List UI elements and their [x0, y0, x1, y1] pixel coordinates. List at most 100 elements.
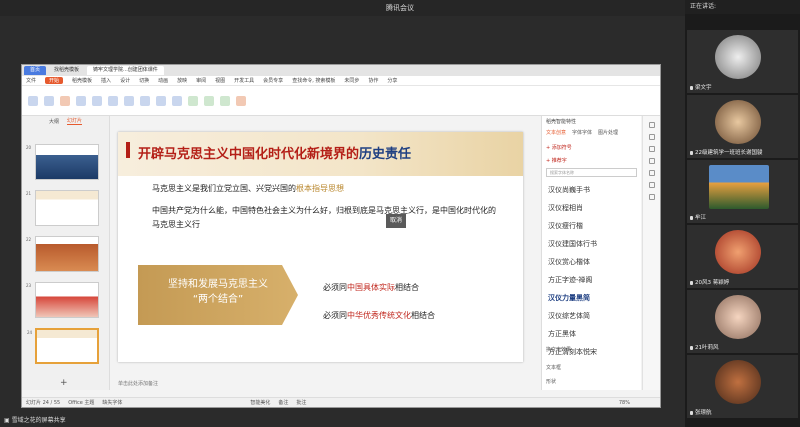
slide-header: 开辟马克思主义中国化时代化新境界的历史责任	[118, 132, 523, 176]
menu-devtools[interactable]: 开发工具	[234, 77, 254, 84]
paste-icon[interactable]	[28, 95, 38, 106]
participant-tile[interactable]: 张璟航	[687, 355, 798, 418]
slide-canvas[interactable]: 开辟马克思主义中国化时代化新境界的历史责任 马克思主义是我们立党立国、兴党兴国的…	[118, 132, 523, 362]
body-line-2: 中国共产党为什么能，中国特色社会主义为什么好，归根到底是马克思主义行，是中国化时…	[152, 206, 496, 229]
font-option[interactable]: 汉仪建国体行书	[542, 235, 641, 253]
picture-icon[interactable]	[220, 95, 230, 106]
menu-sync[interactable]: 未同步	[344, 77, 359, 84]
template-icon[interactable]	[648, 170, 655, 176]
tab-home[interactable]: 首页	[24, 66, 47, 75]
animation-icon[interactable]	[648, 134, 655, 140]
tab-text-effect[interactable]: 文本创意	[546, 129, 566, 136]
image-icon[interactable]	[648, 182, 655, 188]
participant-tile[interactable]: 牟江	[687, 160, 798, 223]
align-left-icon[interactable]	[156, 95, 166, 106]
notes-toggle[interactable]: 备注	[278, 399, 288, 406]
cut-icon[interactable]	[44, 95, 54, 106]
menu-template[interactable]: 稻壳模板	[72, 77, 92, 84]
menu-transition[interactable]: 切换	[139, 77, 149, 84]
menu-share[interactable]: 分享	[387, 77, 397, 84]
title-accent-bar	[126, 142, 130, 158]
settings-icon[interactable]	[648, 194, 655, 200]
font-search-input[interactable]: 搜索字体名称	[546, 168, 637, 177]
add-slide-button[interactable]: +	[60, 378, 68, 388]
menu-animation[interactable]: 动画	[158, 77, 168, 84]
font-option[interactable]: 方正黑体	[542, 325, 641, 343]
body-line-1: 马克思主义是我们立党立国、兴党兴国的根本指导思想	[152, 184, 344, 193]
menu-slideshow[interactable]: 放映	[177, 77, 187, 84]
theme-name: Office 主题	[68, 400, 95, 406]
textbox-section[interactable]: 文本框	[546, 364, 561, 371]
menu-review[interactable]: 审阅	[196, 77, 206, 84]
tab-image[interactable]: 图片处理	[598, 129, 618, 136]
font-option[interactable]: 汉仪尚巍手书	[542, 181, 641, 199]
change-text-effect[interactable]: 换文本效果	[546, 346, 571, 353]
tab-slides[interactable]: 幻灯片	[67, 117, 83, 125]
slide-thumbnail[interactable]: 21	[26, 190, 99, 226]
side-icon-strip	[642, 116, 660, 390]
mic-icon	[690, 150, 693, 155]
avatar	[715, 35, 761, 79]
tab-template[interactable]: 找稻壳模板	[48, 66, 85, 75]
font-option[interactable]: 汉仪赏心楷体	[542, 253, 641, 271]
menu-search[interactable]: 查找命令, 搜索模板	[292, 77, 335, 84]
tab-document[interactable]: 铸牢文理学院...创建团体课件	[87, 66, 164, 75]
menu-start[interactable]: 开始	[45, 77, 64, 84]
slide-thumbnail[interactable]: 22	[26, 236, 99, 272]
integration-row-2: 必须同中华优秀传统文化相结合	[323, 311, 435, 320]
mic-icon	[690, 345, 693, 350]
font-option[interactable]: 方正字迹-禅阁	[542, 271, 641, 289]
integration-row-1: 必须同中国具体实际相结合	[323, 283, 419, 292]
align-center-icon[interactable]	[172, 95, 182, 106]
menu-bar: 文件 开始 稻壳模板 插入 设计 切换 动画 放映 审阅 视图 开发工具 会员专…	[22, 76, 660, 86]
speaking-indicator: 正在讲话:	[685, 0, 800, 14]
smart-beautify[interactable]: 智能美化	[250, 399, 270, 406]
shape-icon[interactable]	[204, 95, 214, 106]
tab-font[interactable]: 字体字体	[572, 129, 592, 136]
font-icon[interactable]	[648, 158, 655, 164]
participant-tile[interactable]: 20风3 蒋颖婷	[687, 225, 798, 288]
style-icon[interactable]	[648, 122, 655, 128]
avatar	[715, 100, 761, 144]
ai-icon[interactable]	[236, 95, 246, 106]
participant-tile[interactable]: 22级建筑学一班班长谢国骏	[687, 95, 798, 158]
menu-view[interactable]: 视图	[215, 77, 225, 84]
window-titlebar: 腾讯会议 — ☐ ✕	[0, 0, 800, 16]
font-option[interactable]: 汉仪综艺体简	[542, 307, 641, 325]
new-slide-icon[interactable]	[60, 95, 70, 106]
slide-thumbnail-pane: 大纲 幻灯片 20 21 22 23 24 +	[22, 116, 110, 390]
menu-file[interactable]: 文件	[26, 77, 36, 84]
participant-tile[interactable]: 梁文宇	[687, 30, 798, 93]
wps-tab-bar: 首页 找稻壳模板 铸牢文理学院...创建团体课件	[22, 65, 660, 76]
slide-thumbnail[interactable]: 20	[26, 144, 99, 180]
shape-section[interactable]: 形状	[546, 378, 556, 385]
slide-thumbnail[interactable]: 23	[26, 282, 99, 318]
slide-thumbnail-selected[interactable]: 24	[27, 328, 99, 364]
menu-design[interactable]: 设计	[120, 77, 130, 84]
font-color-icon[interactable]	[140, 95, 150, 106]
avatar	[709, 165, 769, 209]
layout-icon[interactable]	[76, 95, 86, 106]
format-icon[interactable]	[648, 146, 655, 152]
italic-icon[interactable]	[108, 95, 118, 106]
add-symbol-link[interactable]: + 添加符号	[542, 138, 641, 151]
font-option[interactable]: 汉仪瘦行楷	[542, 217, 641, 235]
participant-tile[interactable]: 21叶莉风	[687, 290, 798, 353]
bold-icon[interactable]	[92, 95, 102, 106]
underline-icon[interactable]	[124, 95, 134, 106]
tab-outline[interactable]: 大纲	[49, 118, 59, 125]
slide-title[interactable]: 开辟马克思主义中国化时代化新境界的历史责任	[138, 143, 411, 162]
font-option[interactable]: 汉仪程相肖	[542, 199, 641, 217]
font-option[interactable]: 汉仪力量黑简	[542, 289, 641, 307]
menu-collab[interactable]: 协作	[368, 77, 378, 84]
zoom-level[interactable]: 78%	[619, 400, 630, 406]
pane-title: 稻壳智能特性	[546, 119, 577, 125]
comment-toggle[interactable]: 批注	[296, 399, 306, 406]
missing-font[interactable]: 缺失字体	[102, 399, 122, 406]
ribbon-toolbar	[22, 86, 660, 116]
menu-insert[interactable]: 插入	[101, 77, 111, 84]
menu-member[interactable]: 会员专享	[263, 77, 283, 84]
notes-area[interactable]: 单击此处添加备注	[118, 380, 158, 387]
textbox-icon[interactable]	[188, 95, 198, 106]
slide-body[interactable]: 马克思主义是我们立党立国、兴党兴国的根本指导思想 中国共产党为什么能，中国特色社…	[138, 182, 513, 232]
